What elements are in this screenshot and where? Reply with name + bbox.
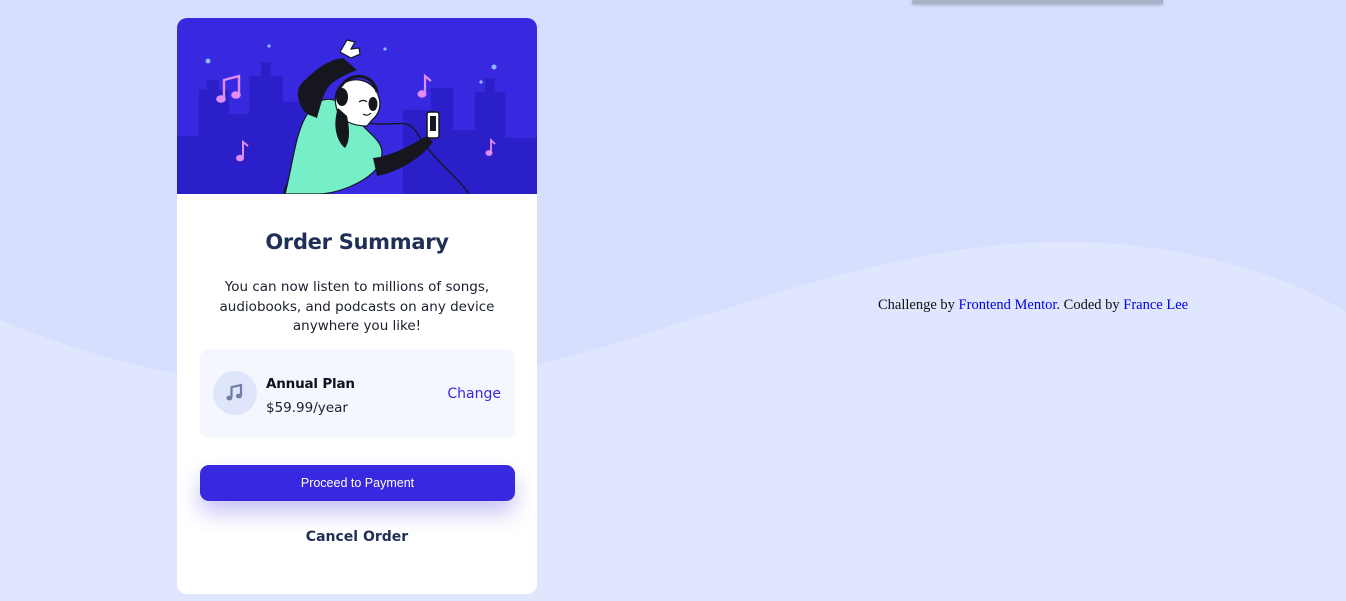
proceed-to-payment-button[interactable]: Proceed to Payment <box>200 465 515 501</box>
plan-price: $59.99/year <box>266 400 348 416</box>
attribution-middle: . Coded by <box>1056 297 1124 313</box>
card-title: Order Summary <box>265 230 449 254</box>
top-edge-bar <box>912 0 1163 4</box>
card-description: You can now listen to millions of songs,… <box>219 279 495 334</box>
frontend-mentor-link[interactable]: Frontend Mentor <box>959 297 1057 313</box>
plan-box: Annual Plan $59.99/year Change <box>200 349 515 438</box>
hero-illustration <box>177 18 537 194</box>
attribution: Challenge by Frontend Mentor. Coded by F… <box>878 297 1188 314</box>
cancel-order-button[interactable]: Cancel Order <box>177 529 537 545</box>
music-note-icon <box>213 371 257 415</box>
change-plan-link[interactable]: Change <box>447 386 501 402</box>
attribution-prefix: Challenge by <box>878 297 959 313</box>
plan-name: Annual Plan <box>266 376 355 392</box>
order-summary-card: Order Summary You can now listen to mill… <box>177 18 537 594</box>
author-link[interactable]: France Lee <box>1123 297 1188 313</box>
